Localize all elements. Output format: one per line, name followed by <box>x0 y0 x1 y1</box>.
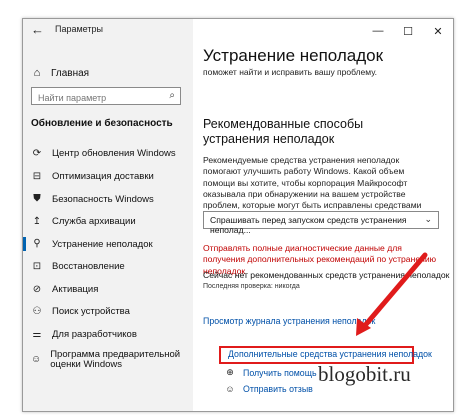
arrow-shaft <box>359 252 428 332</box>
red-arrow-annotation <box>356 252 428 336</box>
watermark: blogobit.ru <box>318 362 411 386</box>
